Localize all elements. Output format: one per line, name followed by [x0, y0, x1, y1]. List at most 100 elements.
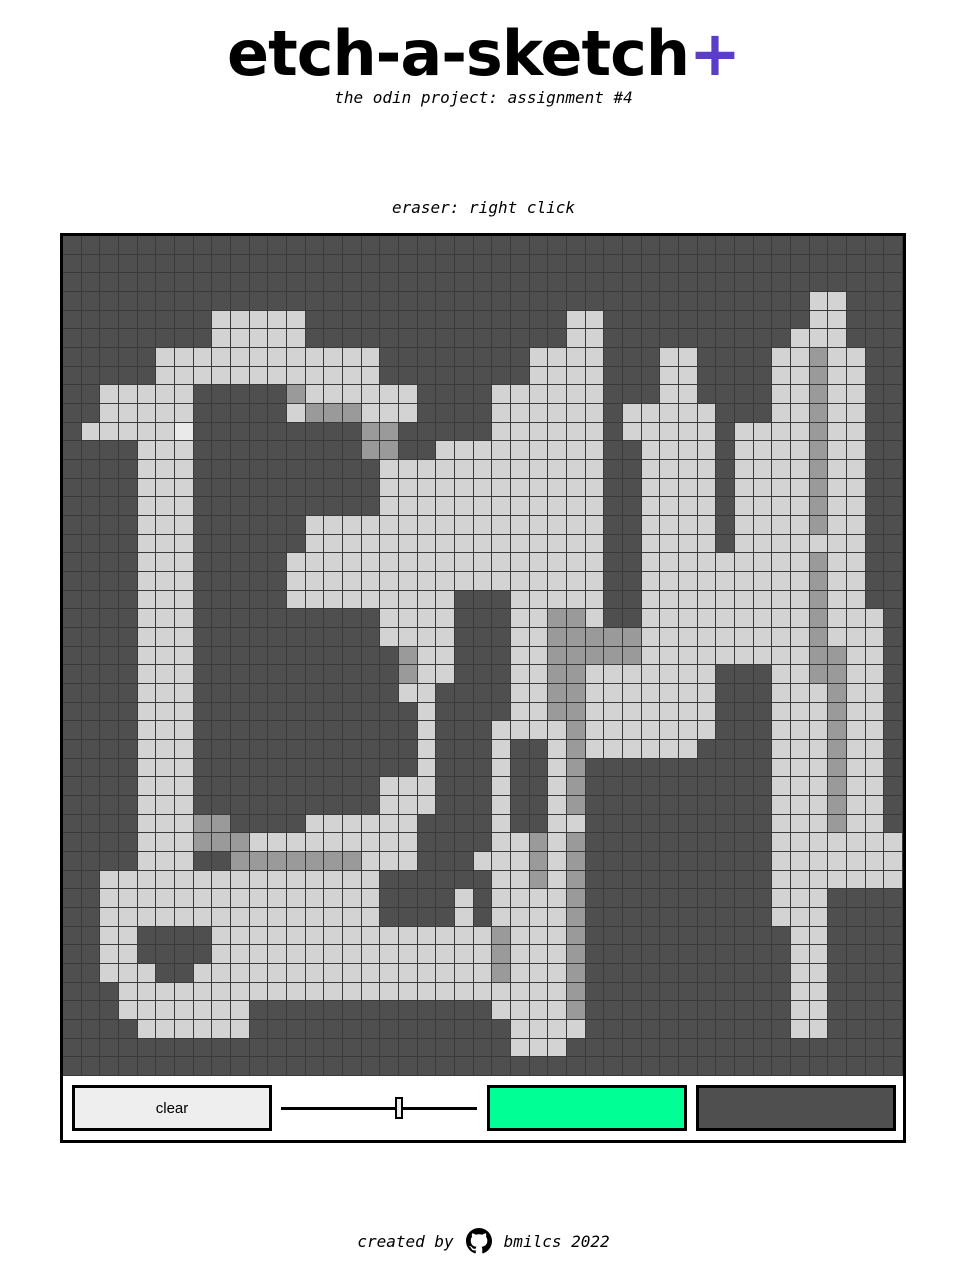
grid-cell[interactable]	[790, 310, 810, 330]
grid-cell[interactable]	[436, 515, 455, 535]
grid-cell[interactable]	[156, 254, 175, 274]
grid-cell[interactable]	[529, 907, 549, 927]
grid-cell[interactable]	[790, 702, 810, 722]
grid-cell[interactable]	[81, 1001, 101, 1020]
grid-cell[interactable]	[100, 646, 119, 666]
grid-cell[interactable]	[63, 310, 82, 330]
grid-cell[interactable]	[529, 889, 549, 908]
grid-cell[interactable]	[809, 665, 829, 684]
grid-cell[interactable]	[548, 1038, 567, 1058]
grid-cell[interactable]	[884, 385, 903, 404]
grid-cell[interactable]	[193, 1001, 213, 1020]
grid-cell[interactable]	[510, 627, 530, 647]
grid-cell[interactable]	[510, 907, 530, 927]
grid-cell[interactable]	[417, 758, 437, 778]
grid-cell[interactable]	[566, 683, 586, 703]
grid-cell[interactable]	[716, 777, 735, 796]
grid-cell[interactable]	[548, 571, 567, 591]
grid-cell[interactable]	[678, 889, 698, 908]
grid-cell[interactable]	[81, 665, 101, 684]
grid-cell[interactable]	[156, 665, 175, 684]
grid-cell[interactable]	[604, 385, 623, 404]
grid-cell[interactable]	[398, 534, 418, 554]
grid-cell[interactable]	[436, 236, 455, 255]
grid-cell[interactable]	[417, 497, 437, 516]
grid-cell[interactable]	[100, 963, 119, 983]
grid-cell[interactable]	[529, 366, 549, 386]
grid-cell[interactable]	[753, 291, 773, 311]
grid-cell[interactable]	[212, 963, 231, 983]
grid-cell[interactable]	[716, 385, 735, 404]
grid-cell[interactable]	[641, 1057, 661, 1076]
grid-cell[interactable]	[286, 497, 306, 516]
grid-cell[interactable]	[809, 254, 829, 274]
grid-cell[interactable]	[137, 459, 157, 479]
grid-cell[interactable]	[100, 515, 119, 535]
grid-cell[interactable]	[81, 945, 101, 964]
grid-cell[interactable]	[548, 963, 567, 983]
grid-cell[interactable]	[417, 534, 437, 554]
grid-cell[interactable]	[772, 870, 791, 890]
grid-cell[interactable]	[249, 1019, 269, 1039]
grid-cell[interactable]	[697, 590, 717, 610]
grid-cell[interactable]	[697, 553, 717, 572]
grid-cell[interactable]	[380, 646, 399, 666]
grid-cell[interactable]	[566, 254, 586, 274]
grid-cell[interactable]	[585, 795, 605, 815]
grid-cell[interactable]	[361, 236, 381, 255]
grid-cell[interactable]	[137, 1001, 157, 1020]
grid-cell[interactable]	[268, 702, 287, 722]
grid-cell[interactable]	[734, 777, 754, 796]
grid-cell[interactable]	[734, 291, 754, 311]
grid-cell[interactable]	[100, 273, 119, 292]
grid-cell[interactable]	[585, 945, 605, 964]
grid-cell[interactable]	[380, 1057, 399, 1076]
grid-cell[interactable]	[529, 441, 549, 460]
grid-cell[interactable]	[361, 571, 381, 591]
grid-cell[interactable]	[361, 889, 381, 908]
grid-cell[interactable]	[753, 851, 773, 871]
grid-cell[interactable]	[193, 254, 213, 274]
grid-cell[interactable]	[510, 571, 530, 591]
grid-cell[interactable]	[193, 590, 213, 610]
grid-cell[interactable]	[678, 963, 698, 983]
grid-cell[interactable]	[137, 478, 157, 498]
grid-cell[interactable]	[604, 254, 623, 274]
grid-cell[interactable]	[156, 795, 175, 815]
grid-cell[interactable]	[473, 795, 493, 815]
grid-cell[interactable]	[753, 926, 773, 946]
grid-cell[interactable]	[174, 702, 194, 722]
grid-cell[interactable]	[174, 1038, 194, 1058]
grid-cell[interactable]	[436, 441, 455, 460]
grid-cell[interactable]	[510, 795, 530, 815]
grid-cell[interactable]	[249, 1038, 269, 1058]
grid-cell[interactable]	[641, 329, 661, 348]
grid-cell[interactable]	[548, 889, 567, 908]
grid-cell[interactable]	[585, 403, 605, 423]
grid-cell[interactable]	[398, 385, 418, 404]
grid-cell[interactable]	[118, 609, 138, 628]
grid-cell[interactable]	[566, 963, 586, 983]
grid-cell[interactable]	[212, 982, 231, 1002]
grid-cell[interactable]	[398, 777, 418, 796]
grid-cell[interactable]	[697, 1057, 717, 1076]
grid-cell[interactable]	[454, 739, 474, 759]
grid-cell[interactable]	[492, 926, 511, 946]
grid-cell[interactable]	[436, 497, 455, 516]
grid-cell[interactable]	[790, 777, 810, 796]
grid-cell[interactable]	[510, 273, 530, 292]
grid-cell[interactable]	[790, 403, 810, 423]
grid-cell[interactable]	[865, 273, 885, 292]
grid-cell[interactable]	[324, 515, 343, 535]
grid-cell[interactable]	[417, 945, 437, 964]
grid-cell[interactable]	[753, 646, 773, 666]
grid-cell[interactable]	[473, 329, 493, 348]
grid-cell[interactable]	[529, 833, 549, 852]
grid-cell[interactable]	[417, 683, 437, 703]
grid-cell[interactable]	[100, 627, 119, 647]
grid-cell[interactable]	[286, 814, 306, 834]
grid-cell[interactable]	[865, 497, 885, 516]
grid-cell[interactable]	[305, 347, 325, 367]
grid-cell[interactable]	[641, 347, 661, 367]
grid-cell[interactable]	[510, 310, 530, 330]
